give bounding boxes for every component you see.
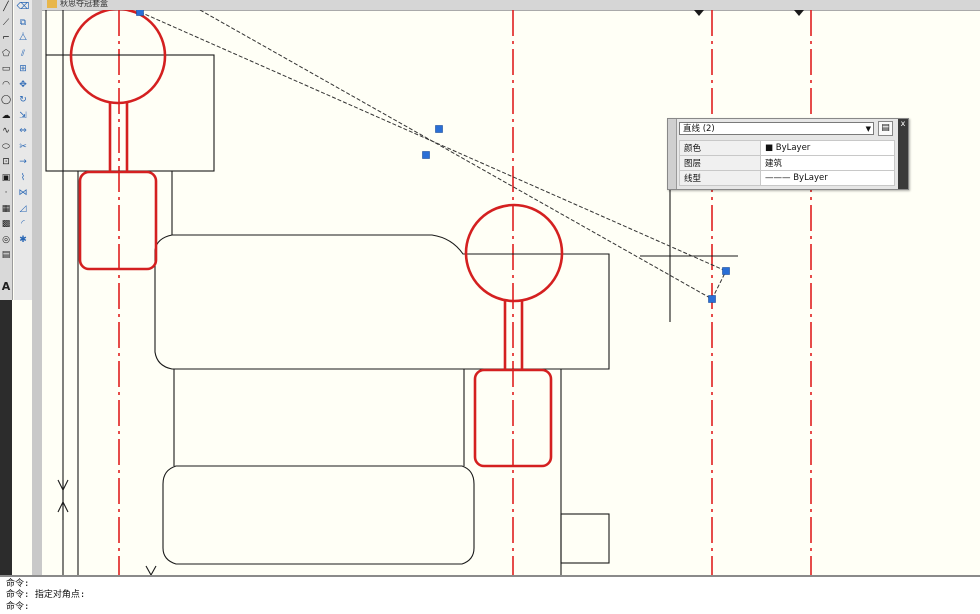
point-icon[interactable]: · bbox=[0, 186, 12, 202]
spline-icon[interactable]: ∿ bbox=[0, 124, 12, 140]
hatch-icon[interactable]: ▦ bbox=[0, 202, 12, 218]
ellipse-icon[interactable]: ⬭ bbox=[0, 140, 12, 156]
property-value[interactable]: ■ ByLayer bbox=[760, 140, 895, 156]
polygon-icon[interactable]: ⬠ bbox=[0, 47, 12, 63]
trim-icon[interactable]: ✂ bbox=[14, 140, 32, 156]
column-symbols bbox=[69, 10, 564, 468]
selected-rafters bbox=[139, 10, 727, 300]
arc-icon[interactable]: ◠ bbox=[0, 78, 12, 94]
scale-icon[interactable]: ⇲ bbox=[14, 109, 32, 125]
array-icon[interactable]: ⊞ bbox=[14, 62, 32, 78]
property-label: 线型 bbox=[679, 170, 761, 186]
grip bbox=[722, 267, 730, 275]
quick-select-icon[interactable]: ▤ bbox=[878, 121, 893, 136]
table-row: 颜色 ■ ByLayer bbox=[679, 140, 895, 156]
table-icon[interactable]: ▤ bbox=[0, 248, 12, 264]
region-icon[interactable]: ◎ bbox=[0, 233, 12, 249]
command-history-line: 命令: 指定对角点: bbox=[6, 590, 86, 600]
drawing-canvas[interactable] bbox=[42, 10, 980, 575]
polyline-icon[interactable]: ⌐ bbox=[0, 31, 12, 47]
mirror-icon[interactable]: ⧊ bbox=[14, 31, 32, 47]
modify-toolbar: ⌫ ⧉ ⧊ ⫽ ⊞ ✥ ↻ ⇲ ⇔ ✂ → ⌇ ⋈ ◿ ◜ ✱ bbox=[14, 0, 33, 300]
line-icon[interactable]: ╱ bbox=[0, 0, 12, 16]
grip bbox=[708, 295, 716, 303]
grip bbox=[435, 125, 443, 133]
command-line-window[interactable]: 命令: 命令: 指定对角点: 命令: bbox=[0, 575, 980, 614]
stretch-icon[interactable]: ⇔ bbox=[14, 124, 32, 140]
move-icon[interactable]: ✥ bbox=[14, 78, 32, 94]
draw-toolbar: ╱ ⟋ ⌐ ⬠ ▭ ◠ ◯ ☁ ∿ ⬭ ⊡ ▣ · ▦ ▩ ◎ ▤ bbox=[0, 0, 13, 300]
join-icon[interactable]: ⋈ bbox=[14, 186, 32, 202]
property-label: 颜色 bbox=[679, 140, 761, 156]
table-row: 图层 建筑 bbox=[679, 155, 895, 171]
gradient-icon[interactable]: ▩ bbox=[0, 217, 12, 233]
properties-table: 颜色 ■ ByLayer 图层 建筑 线型 ——— ByLayer bbox=[679, 140, 895, 186]
fillet-icon[interactable]: ◜ bbox=[14, 217, 32, 233]
wall-block-bottom-right bbox=[560, 513, 610, 564]
erase-icon[interactable]: ⌫ bbox=[14, 0, 32, 16]
building-outlines bbox=[45, 10, 738, 575]
axis-lines bbox=[118, 10, 812, 575]
quick-properties-palette: 直线 (2) ▼ ▤ 颜色 ■ ByLayer 图层 建筑 线型 ——— ByL… bbox=[667, 118, 909, 190]
document-tab-title[interactable]: 秋思夺冠套盒 bbox=[60, 0, 108, 9]
rectangle-icon[interactable]: ▭ bbox=[0, 62, 12, 78]
explode-icon[interactable]: ✱ bbox=[14, 233, 32, 249]
drawing-file-icon bbox=[47, 0, 57, 8]
command-prompt[interactable]: 命令: bbox=[6, 601, 29, 613]
beam-upper bbox=[154, 234, 610, 370]
axis-markers bbox=[694, 10, 804, 16]
insert-icon[interactable]: ⊡ bbox=[0, 155, 12, 171]
copy-icon[interactable]: ⧉ bbox=[14, 16, 32, 32]
palette-grip[interactable] bbox=[668, 119, 677, 189]
property-value[interactable]: 建筑 bbox=[760, 155, 895, 171]
table-row: 线型 ——— ByLayer bbox=[679, 170, 895, 186]
revcloud-icon[interactable]: ☁ bbox=[0, 109, 12, 125]
property-label: 图层 bbox=[679, 155, 761, 171]
xline-icon[interactable]: ⟋ bbox=[0, 16, 12, 32]
column-left bbox=[69, 10, 167, 271]
canvas-left-gutter bbox=[32, 0, 42, 575]
extend-icon[interactable]: → bbox=[14, 155, 32, 171]
block-icon[interactable]: ▣ bbox=[0, 171, 12, 187]
circle-icon[interactable]: ◯ bbox=[0, 93, 12, 109]
grip bbox=[136, 10, 144, 16]
selection-dropdown[interactable]: 直线 (2) ▼ bbox=[679, 122, 874, 135]
wall-block-top-left bbox=[45, 54, 215, 172]
rafter-line-lower bbox=[199, 10, 713, 300]
rotate-icon[interactable]: ↻ bbox=[14, 93, 32, 109]
beam-lower bbox=[162, 465, 475, 565]
offset-icon[interactable]: ⫽ bbox=[14, 47, 32, 63]
grip bbox=[422, 151, 430, 159]
chevron-down-icon: ▼ bbox=[865, 125, 871, 133]
property-value[interactable]: ——— ByLayer bbox=[760, 170, 895, 186]
chamfer-icon[interactable]: ◿ bbox=[14, 202, 32, 218]
close-icon[interactable]: x bbox=[898, 119, 908, 128]
palette-close-bar: x bbox=[898, 119, 908, 189]
column-right bbox=[464, 203, 564, 468]
selection-dropdown-value: 直线 (2) bbox=[683, 124, 715, 134]
break-icon[interactable]: ⌇ bbox=[14, 171, 32, 187]
text-tool-button[interactable]: A bbox=[0, 280, 12, 293]
